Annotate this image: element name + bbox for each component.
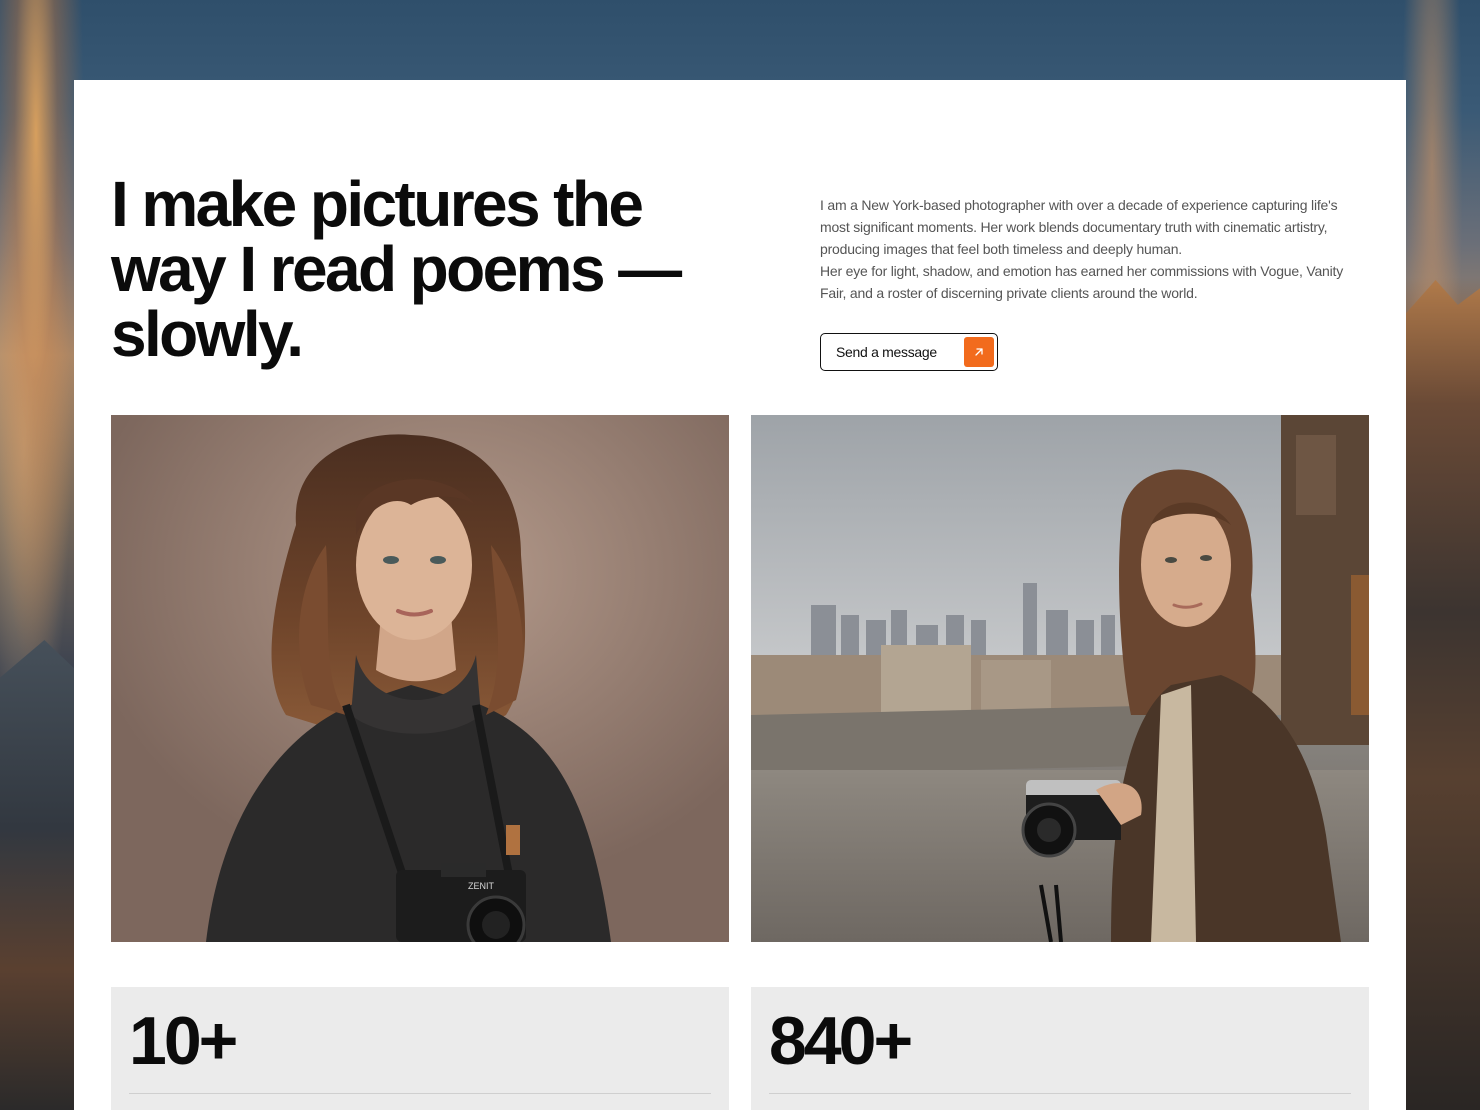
- stat-card-projects: 840+: [751, 987, 1369, 1110]
- intro-paragraph-2: Her eye for light, shadow, and emotion h…: [820, 263, 1344, 301]
- intro-paragraph-1: I am a New York-based photographer with …: [820, 197, 1338, 257]
- arrow-up-right-icon: [964, 337, 994, 367]
- send-message-label: Send a message: [836, 344, 937, 360]
- portrait-photo-rooftop: [751, 415, 1369, 942]
- stat-card-years: 10+: [111, 987, 729, 1110]
- background-mountain-left: [0, 640, 74, 1110]
- stat-divider: [769, 1093, 1351, 1094]
- background-mountain-right: [1406, 280, 1480, 1110]
- camera-brand-label: ZENIT: [468, 881, 495, 891]
- stat-divider: [129, 1093, 711, 1094]
- about-card: I make pictures the way I read poems — s…: [74, 80, 1406, 1110]
- stat-value: 840+: [769, 1003, 913, 1079]
- send-message-button[interactable]: Send a message: [820, 333, 998, 371]
- stat-value: 10+: [129, 1003, 238, 1079]
- hero-headline: I make pictures the way I read poems — s…: [111, 168, 682, 370]
- portrait-photo-studio: ZENIT: [111, 415, 729, 942]
- intro-text: I am a New York-based photographer with …: [820, 194, 1365, 304]
